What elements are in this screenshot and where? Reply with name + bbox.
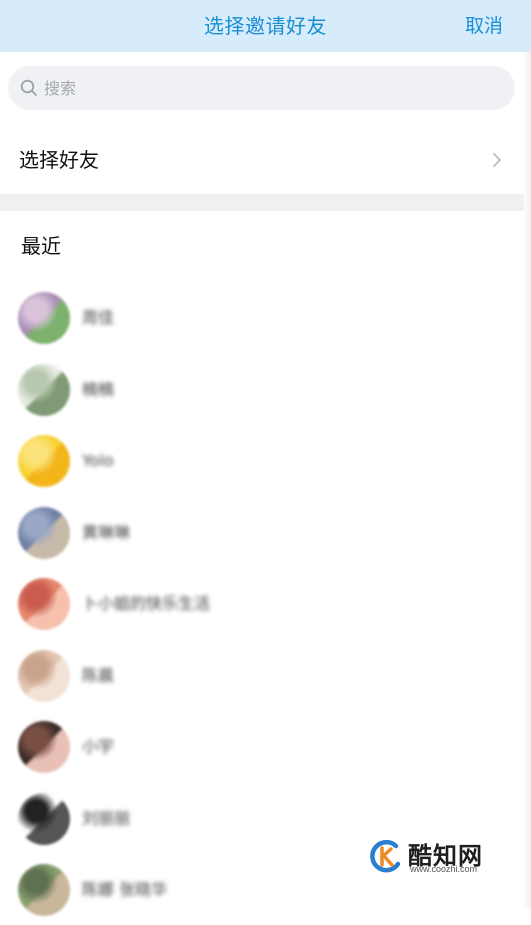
page-title: 选择邀请好友 bbox=[204, 14, 327, 38]
avatar bbox=[18, 864, 70, 916]
contact-row[interactable]: 黄琳琳 bbox=[0, 498, 524, 568]
avatar bbox=[18, 649, 70, 702]
avatar bbox=[18, 721, 70, 773]
contact-row[interactable]: 小宇 bbox=[0, 712, 524, 782]
contact-name: 小宇 bbox=[82, 737, 115, 756]
chevron-right-icon bbox=[493, 153, 501, 167]
contact-row[interactable]: 陈晨 bbox=[0, 641, 524, 711]
scroll-edge bbox=[523, 52, 531, 909]
search-icon bbox=[20, 79, 37, 96]
avatar bbox=[18, 506, 70, 559]
search-input[interactable] bbox=[44, 66, 484, 110]
contact-name: 陈晨 bbox=[82, 665, 115, 685]
avatar bbox=[18, 292, 70, 344]
top-bar: 选择邀请好友 取消 bbox=[0, 0, 531, 52]
contact-name: 刘丽丽 bbox=[82, 808, 131, 828]
contact-name: 陈娜 张晓华 bbox=[82, 880, 168, 899]
avatar bbox=[18, 363, 70, 416]
contact-row[interactable]: 卜小姐的快乐生活 bbox=[0, 569, 524, 639]
watermark-url: www.coozhi.com bbox=[410, 864, 478, 874]
section-divider bbox=[0, 194, 524, 211]
select-friends-label: 选择好友 bbox=[19, 148, 99, 172]
watermark-logo: 酷知网 www.coozhi.com bbox=[368, 834, 518, 878]
contact-name: 周佳 bbox=[82, 308, 115, 327]
contact-row[interactable]: 楠楠 bbox=[0, 355, 524, 425]
coozhi-logo-icon bbox=[370, 839, 401, 873]
recent-section-title: 最近 bbox=[21, 234, 61, 258]
avatar bbox=[18, 792, 70, 845]
cancel-button[interactable]: 取消 bbox=[465, 0, 503, 52]
contact-name: 楠楠 bbox=[82, 379, 115, 399]
select-friends-row[interactable]: 选择好友 bbox=[0, 126, 524, 194]
search-bar[interactable] bbox=[8, 66, 515, 110]
contact-name: 卜小姐的快乐生活 bbox=[82, 594, 211, 613]
contact-row[interactable]: Yolo bbox=[0, 426, 524, 496]
avatar bbox=[18, 578, 70, 630]
contact-name: 黄琳琳 bbox=[82, 522, 131, 542]
contact-row[interactable]: 周佳 bbox=[0, 283, 524, 353]
contact-name: Yolo bbox=[82, 451, 114, 470]
avatar bbox=[18, 435, 70, 487]
